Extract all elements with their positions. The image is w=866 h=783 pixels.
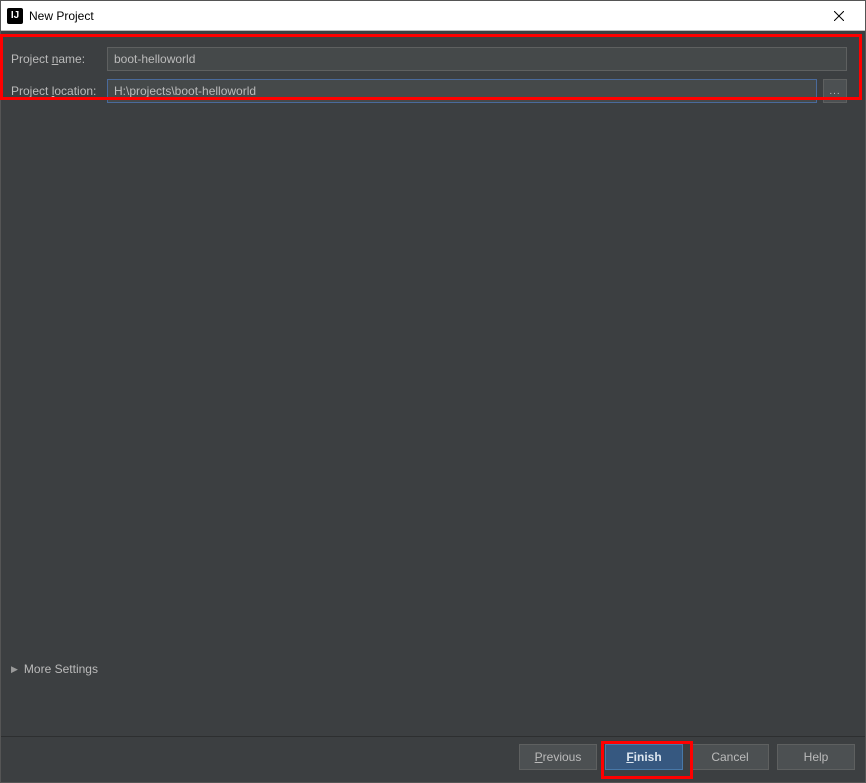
titlebar: IJ New Project xyxy=(1,1,865,31)
app-icon: IJ xyxy=(7,8,23,24)
project-location-input[interactable] xyxy=(107,79,817,103)
previous-button[interactable]: Previous xyxy=(519,744,597,770)
chevron-right-icon: ▶ xyxy=(11,664,18,675)
close-icon xyxy=(834,11,844,21)
close-button[interactable] xyxy=(819,2,859,30)
more-settings-label: More Settings xyxy=(24,662,98,676)
project-name-label: Project name: xyxy=(11,52,107,66)
browse-location-button[interactable]: ... xyxy=(823,79,847,103)
new-project-dialog: IJ New Project Project name: Project loc… xyxy=(0,0,866,783)
form-area: Project name: Project location: ... xyxy=(11,41,855,121)
more-settings-toggle[interactable]: ▶ More Settings xyxy=(11,662,98,676)
dialog-content: Project name: Project location: ... ▶ Mo… xyxy=(1,31,865,736)
project-name-input[interactable] xyxy=(107,47,847,71)
button-bar: Previous Finish Cancel Help xyxy=(1,736,865,782)
project-location-label: Project location: xyxy=(11,84,107,98)
finish-button[interactable]: Finish xyxy=(605,744,683,770)
project-location-row: Project location: ... xyxy=(11,79,847,103)
cancel-button[interactable]: Cancel xyxy=(691,744,769,770)
project-name-row: Project name: xyxy=(11,47,847,71)
window-title: New Project xyxy=(29,9,819,23)
help-button[interactable]: Help xyxy=(777,744,855,770)
